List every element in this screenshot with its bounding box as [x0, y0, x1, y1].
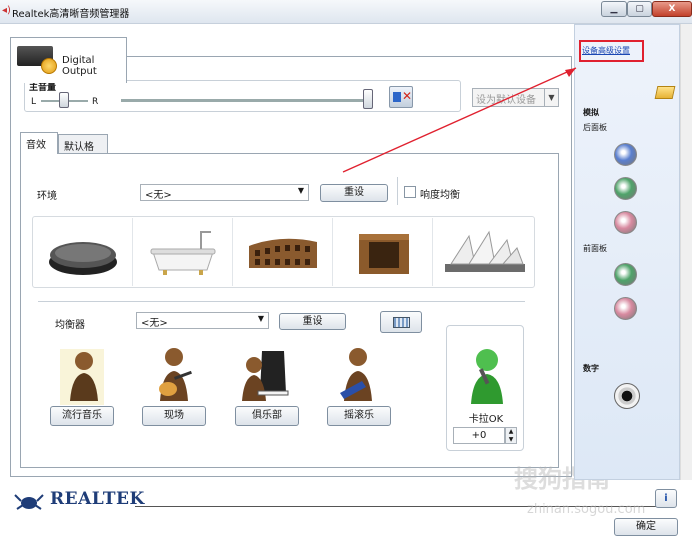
environment-preset-opera-house[interactable]: [433, 218, 533, 286]
environment-preset-colosseum[interactable]: [233, 218, 333, 286]
maximize-button[interactable]: ▢: [627, 1, 652, 17]
environment-dropdown[interactable]: <无> ▼: [140, 184, 309, 201]
karaoke-level-stepper[interactable]: ▲ ▼: [505, 427, 517, 444]
digital-output-device-icon: [17, 46, 57, 74]
volume-slider-thumb[interactable]: [363, 89, 373, 109]
live-guitarist-figure-icon: [159, 348, 192, 401]
tab-digital-output[interactable]: Digital Output: [10, 37, 127, 83]
club-pianist-figure-icon: [242, 351, 289, 401]
equalizer-dropdown[interactable]: <无> ▼: [136, 312, 269, 329]
balance-right-label: R: [92, 97, 99, 107]
bathtub-icon: [150, 231, 216, 275]
back-panel-label: 后面板: [583, 123, 607, 132]
chevron-down-icon: ▼: [297, 186, 304, 195]
ok-button[interactable]: 确定: [614, 518, 678, 536]
realtek-brand: REALTEK: [50, 489, 145, 509]
chevron-down-icon: ▼: [544, 89, 558, 106]
stone-room-icon: [359, 234, 409, 274]
device-advanced-settings-link[interactable]: 设备高级设置: [582, 45, 630, 56]
device-tab-label: Digital Output: [62, 55, 97, 77]
colosseum-icon: [249, 238, 317, 268]
muted-x-icon: ✕: [402, 89, 413, 103]
set-default-device-label: 设为默认设备: [476, 95, 536, 106]
balance-left-label: L: [31, 97, 37, 107]
back-panel-jack-3[interactable]: [614, 211, 637, 234]
pop-singer-figure-icon: [60, 349, 104, 405]
digital-output-jack-icon[interactable]: [614, 383, 640, 409]
divider: [397, 177, 398, 205]
rock-guitarist-figure-icon: [340, 348, 372, 401]
speaker-icon: [393, 92, 401, 102]
karaoke-singer-icon: [471, 349, 503, 404]
front-panel-jack-1[interactable]: [614, 263, 637, 286]
loudness-equalization-checkbox[interactable]: [404, 186, 416, 198]
analog-heading: 模拟: [583, 108, 599, 117]
equalizer-preset-pop-button[interactable]: 流行音乐: [50, 406, 114, 426]
equalizer-preset-rock-button[interactable]: 摇滚乐: [327, 406, 391, 426]
karaoke-label: 卡拉OK: [468, 414, 504, 425]
info-button[interactable]: i: [655, 489, 677, 508]
environment-preset-bathtub[interactable]: [133, 218, 233, 286]
stone-pad-icon: [49, 242, 117, 275]
back-panel-jack-1[interactable]: [614, 143, 637, 166]
balance-slider-thumb[interactable]: [59, 92, 69, 108]
folder-icon[interactable]: [654, 86, 676, 99]
close-button[interactable]: X: [652, 1, 692, 17]
karaoke-level-input[interactable]: +0: [453, 427, 505, 444]
environment-value: <无>: [145, 190, 172, 201]
volume-slider-track[interactable]: [121, 99, 369, 102]
minimize-button[interactable]: ▁: [601, 1, 627, 17]
set-default-device-dropdown[interactable]: 设为默认设备 ▼: [472, 88, 559, 107]
front-panel-jack-2[interactable]: [614, 297, 637, 320]
environment-reset-button[interactable]: 重设: [320, 184, 388, 202]
environment-label: 环境: [37, 191, 57, 202]
graphic-equalizer-icon: [393, 317, 410, 328]
equalizer-preset-live-button[interactable]: 现场: [142, 406, 206, 426]
watermark-url: zhinan.sogou.com: [527, 502, 646, 517]
tab-default-format[interactable]: 默认格式: [58, 134, 108, 168]
equalizer-value: <无>: [141, 318, 168, 329]
realtek-crab-logo-icon: [14, 494, 44, 510]
tab-sound-effects[interactable]: 音效: [20, 132, 58, 154]
right-edge-strip: [680, 24, 692, 480]
window-title: Realtek高清晰音频管理器: [12, 9, 130, 20]
mute-button[interactable]: ✕: [389, 86, 413, 108]
environment-preset-stone-room[interactable]: [333, 218, 433, 286]
environment-preset-stone-pad[interactable]: [33, 218, 133, 286]
opera-house-icon: [445, 230, 525, 272]
divider: [38, 301, 525, 302]
chevron-down-icon: ▼: [257, 314, 264, 323]
equalizer-preset-club-button[interactable]: 俱乐部: [235, 406, 299, 426]
title-bar: ◂) Realtek高清晰音频管理器 ▁ ▢ X: [0, 0, 692, 24]
digital-heading: 数字: [583, 364, 599, 373]
speaker-icon: ◂): [2, 5, 11, 16]
loudness-equalization-label: 响度均衡: [420, 190, 460, 201]
equalizer-label: 均衡器: [55, 320, 85, 331]
back-panel-jack-2[interactable]: [614, 177, 637, 200]
front-panel-label: 前面板: [583, 244, 607, 253]
equalizer-reset-button[interactable]: 重设: [279, 313, 346, 330]
graphic-equalizer-button[interactable]: [380, 311, 422, 333]
